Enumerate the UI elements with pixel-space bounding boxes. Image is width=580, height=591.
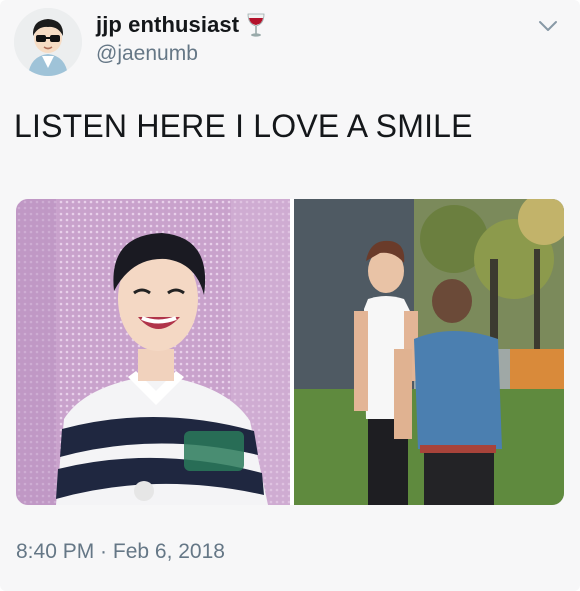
tweet-header: jjp enthusiast @jaenumb — [14, 8, 566, 78]
avatar-cartoon-icon — [14, 8, 82, 76]
wine-glass-icon — [245, 12, 267, 38]
avatar[interactable] — [14, 8, 82, 76]
tweet-text: LISTEN HERE I LOVE A SMILE — [14, 108, 473, 144]
user-names: jjp enthusiast @jaenumb — [96, 12, 267, 66]
photo-two-people[interactable] — [294, 199, 564, 505]
tweet-card: jjp enthusiast @jaenumb LISTEN HERE I LO… — [0, 0, 580, 591]
photo-smiling-man[interactable] — [16, 199, 290, 505]
display-name[interactable]: jjp enthusiast — [96, 12, 239, 38]
chevron-down-icon[interactable] — [536, 14, 560, 38]
display-name-row: jjp enthusiast — [96, 12, 267, 38]
tweet-media — [16, 199, 564, 505]
user-handle[interactable]: @jaenumb — [96, 42, 267, 66]
tweet-timestamp[interactable]: 8:40 PM · Feb 6, 2018 — [16, 540, 225, 564]
